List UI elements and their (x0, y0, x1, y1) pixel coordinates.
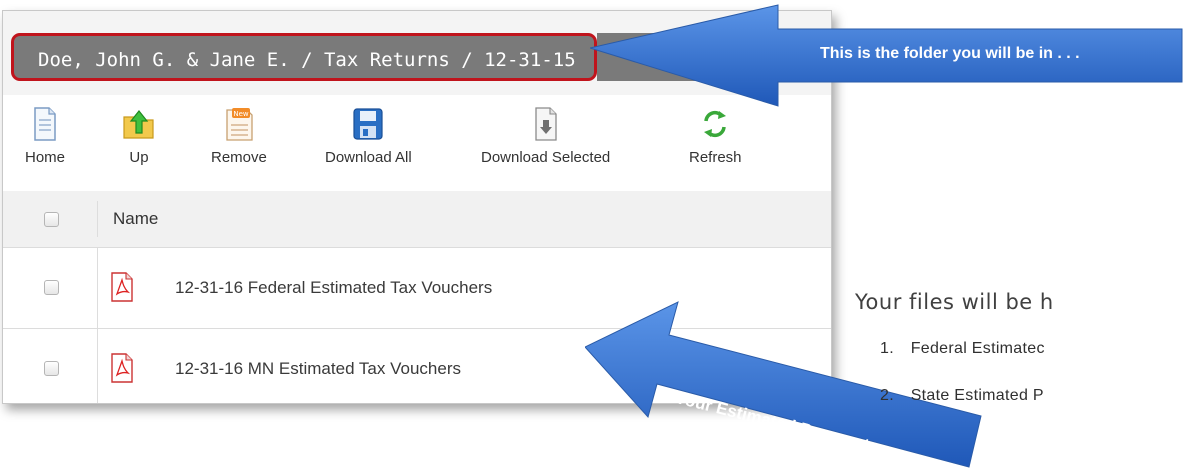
download-selected-button[interactable]: Download Selected (481, 107, 610, 166)
column-separator (97, 329, 98, 403)
download-selected-label: Download Selected (481, 149, 611, 166)
pdf-icon (111, 353, 133, 383)
breadcrumb[interactable]: Doe, John G. & Jane E. / Tax Returns / 1… (11, 33, 597, 81)
row-checkbox[interactable] (44, 280, 59, 295)
folder-up-icon (123, 110, 154, 139)
list-item: 2. State Estimated P (880, 387, 1044, 405)
pdf-icon (111, 272, 133, 302)
refresh-label: Refresh (689, 149, 742, 166)
column-separator (97, 248, 98, 328)
download-document-icon (534, 107, 557, 141)
list-item-number: 2. (880, 387, 894, 404)
refresh-icon (704, 110, 727, 138)
column-separator (97, 201, 98, 237)
name-column-header[interactable]: Name (113, 191, 158, 247)
download-all-label: Download All (325, 149, 412, 166)
up-button[interactable]: Up (123, 107, 155, 166)
select-all-checkbox[interactable] (44, 212, 59, 227)
list-item-text: Federal Estimatec (910, 340, 1045, 357)
remove-label: Remove (211, 149, 267, 166)
svg-text:New: New (233, 110, 249, 118)
home-button[interactable]: Home (25, 107, 65, 166)
document-icon (34, 107, 56, 141)
file-name[interactable]: 12-31-16 Federal Estimated Tax Vouchers (175, 248, 492, 328)
list-item-number: 1. (880, 340, 894, 357)
home-label: Home (25, 149, 66, 166)
folder-callout-text: This is the folder you will be in . . . (820, 45, 1080, 62)
files-heading: Your files will be h (855, 290, 1054, 314)
download-all-button[interactable]: Download All (325, 107, 412, 166)
list-item: 1. Federal Estimatec (880, 340, 1045, 358)
floppy-disk-icon (353, 108, 383, 140)
payments-callout-arrow (585, 301, 982, 468)
new-document-icon: New (226, 108, 253, 141)
row-checkbox[interactable] (44, 361, 59, 376)
list-item-text: State Estimated P (910, 387, 1044, 404)
refresh-button[interactable]: Refresh (689, 107, 742, 166)
remove-button[interactable]: New Remove (211, 107, 267, 166)
table-header: Name (3, 191, 831, 247)
file-name[interactable]: 12-31-16 MN Estimated Tax Vouchers (175, 329, 461, 409)
up-label: Up (129, 149, 149, 166)
